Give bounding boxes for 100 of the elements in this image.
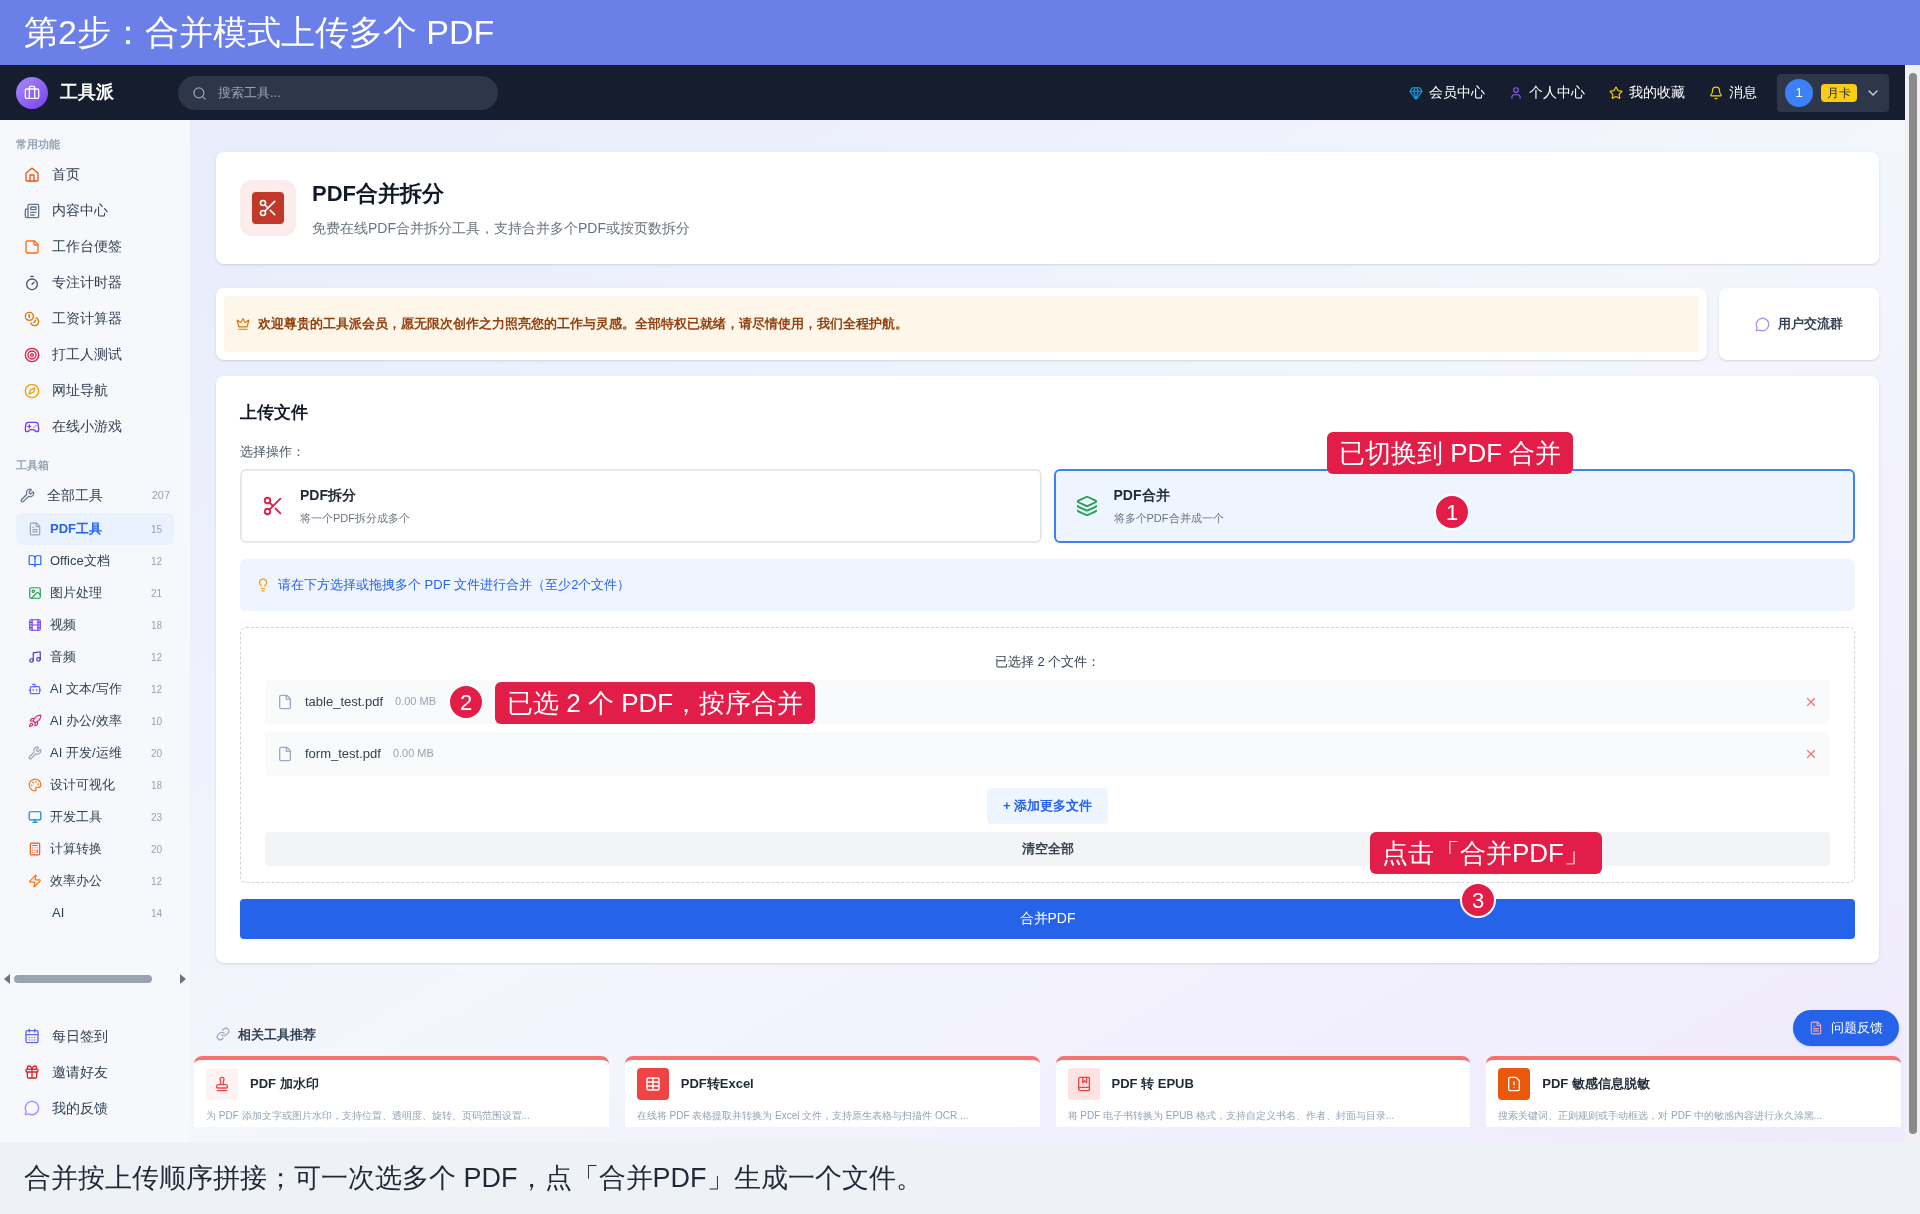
item-count: 10	[150, 714, 162, 729]
sidebar-item[interactable]: 视频 18	[16, 609, 174, 641]
image-icon	[28, 586, 42, 600]
tool-subtitle: 免费在线PDF合并拆分工具，支持合并多个PDF或按页数拆分	[312, 219, 690, 238]
file-name: form_test.pdf	[305, 744, 381, 763]
monitor-icon	[28, 810, 42, 824]
wrench-icon	[28, 746, 42, 760]
sidebar-item[interactable]: 每日签到	[0, 1018, 190, 1054]
sidebar-item[interactable]: 内容中心	[0, 192, 190, 229]
item-count: 23	[150, 810, 162, 825]
sidebar-item[interactable]: AI 开发/运维 20	[16, 737, 174, 769]
sidebar-item[interactable]: 计算转换 20	[16, 833, 174, 865]
house-icon	[24, 166, 40, 183]
rocket-icon	[28, 714, 42, 728]
section-heading: 常用功能	[15, 137, 61, 152]
item-count: 12	[150, 650, 162, 665]
group-chat-button[interactable]: 用户交流群	[1719, 288, 1879, 360]
document-icon	[1498, 1068, 1531, 1100]
coins-icon	[24, 310, 40, 327]
scissors-icon	[262, 495, 284, 517]
option-desc: 将一个PDF拆分成多个	[300, 511, 410, 527]
sidebar-item[interactable]: 网址导航	[0, 372, 190, 409]
sidebar-item[interactable]: 音频 12	[16, 641, 174, 673]
callout-label: 点击「合并PDF」	[1370, 832, 1602, 874]
sidebar-item[interactable]: 设计可视化 18	[16, 769, 174, 801]
item-count: 15	[150, 522, 162, 537]
nav-link[interactable]: 会员中心	[1409, 82, 1485, 103]
item-count: 12	[150, 554, 162, 569]
sidebar-item[interactable]: 开发工具 23	[16, 801, 174, 833]
sidebar-item[interactable]: AI 办公/效率 10	[16, 705, 174, 737]
card-title: PDF转Excel	[680, 1075, 754, 1094]
file-size: 0.00 MB	[392, 746, 434, 762]
sidebar-item[interactable]: 邀请好友	[0, 1054, 190, 1090]
horizontal-scrollbar[interactable]	[4, 972, 186, 986]
card-title: PDF 加水印	[250, 1075, 319, 1094]
item-count: 20	[150, 746, 162, 761]
caption-text: 合并按上传顺序拼接；可一次选多个 PDF，点「合并PDF」生成一个文件。	[24, 1161, 923, 1195]
add-files-button[interactable]: + 添加更多文件	[986, 787, 1109, 824]
lightbulb-icon	[256, 578, 270, 592]
tool-card[interactable]: PDF 转 EPUB 将 PDF 电子书转换为 EPUB 格式，支持自定义书名、作者、封面与目录...	[1055, 1056, 1471, 1127]
gift-icon	[24, 1064, 40, 1080]
tool-card[interactable]: PDF 敏感信息脱敏 搜索关键词、正则规则或手动框选，对 PDF 中的敏感内容进行永久涂黑...	[1486, 1056, 1901, 1127]
chat-bubble-icon	[1755, 316, 1770, 332]
nav-link[interactable]: 个人中心	[1509, 82, 1585, 103]
sidebar-item[interactable]: 专注计时器	[0, 264, 190, 301]
sidebar-item[interactable]: 首页	[0, 156, 190, 193]
item-count: 18	[150, 618, 162, 633]
sidebar-item[interactable]: 图片处理 21	[16, 577, 174, 609]
operation-option[interactable]: PDF拆分 将一个PDF拆分成多个	[240, 469, 1042, 543]
lightning-icon	[28, 874, 42, 888]
user-menu[interactable]: 1 月卡	[1777, 73, 1889, 112]
tool-card[interactable]: PDF 加水印 为 PDF 添加文字或图片水印，支持位置、透明度、旋转、页码范围设置...	[194, 1056, 609, 1127]
sidebar-item[interactable]: 在线小游戏	[0, 408, 190, 445]
card-desc: 将 PDF 电子书转换为 EPUB 格式，支持自定义书名、作者、封面与目录...	[1067, 1109, 1396, 1123]
files-heading: 已选择 2 个文件：	[994, 653, 1101, 671]
sidebar-item[interactable]: 全部工具 207	[0, 477, 190, 513]
option-desc: 将多个PDF合并成一个	[1113, 511, 1224, 527]
tools-icon	[20, 487, 35, 503]
sidebar-item[interactable]: PDF工具 15	[16, 513, 174, 545]
card-title: PDF 转 EPUB	[1111, 1075, 1194, 1094]
book-icon	[1067, 1068, 1100, 1100]
calendar-icon	[24, 1028, 40, 1044]
sidebar-item[interactable]: AI 文本/写作 12	[16, 673, 174, 705]
item-count: 20	[150, 842, 162, 857]
crown-icon	[236, 317, 250, 331]
search-field[interactable]: 搜索工具...	[178, 75, 498, 110]
palette-icon	[28, 778, 42, 792]
hint-text: 请在下方选择或拖拽多个 PDF 文件进行合并（至少2个文件）	[278, 576, 631, 595]
sidebar-item[interactable]: 工作台便签	[0, 228, 190, 265]
sidebar-item[interactable]: AI 14	[16, 897, 174, 929]
sidebar-item[interactable]: 打工人测试	[0, 336, 190, 373]
compass-icon	[24, 382, 40, 399]
card-title: PDF 敏感信息脱敏	[1542, 1075, 1650, 1094]
nav-link[interactable]: 我的收藏	[1609, 82, 1685, 103]
book-icon	[28, 554, 42, 568]
sidebar-item[interactable]: Office文档 12	[16, 545, 174, 577]
nav-link[interactable]: 消息	[1709, 82, 1757, 103]
table-icon	[636, 1068, 669, 1100]
item-count: 21	[150, 586, 162, 601]
layers-icon	[1075, 495, 1098, 517]
robot-icon	[28, 682, 42, 696]
feedback-button[interactable]: 问题反馈	[1793, 1010, 1899, 1046]
sidebar-item[interactable]: 我的反馈	[0, 1090, 190, 1126]
music-icon	[28, 650, 42, 664]
notice-text: 欢迎尊贵的工具派会员，愿无限次创作之力照亮您的工作与灵感。全部特权已就绪，请尽情使用，我们全程护航。	[258, 315, 908, 333]
option-title: PDF合并	[1113, 486, 1171, 506]
document-icon	[277, 745, 293, 762]
newspaper-icon	[24, 202, 40, 219]
gem-icon	[1409, 85, 1423, 100]
brand-name: 工具派	[60, 81, 114, 104]
document-icon	[28, 522, 42, 536]
tool-card[interactable]: PDF转Excel 在线将 PDF 表格提取并转换为 Excel 文件，支持原生表格与扫描件 OCR ...	[624, 1056, 1040, 1127]
bell-icon	[1709, 85, 1723, 100]
sidebar-item[interactable]: 工资计算器	[0, 300, 190, 337]
vertical-scrollbar[interactable]	[1905, 65, 1920, 1142]
sidebar-item[interactable]: 效率办公 12	[16, 865, 174, 897]
item-count: 14	[150, 906, 162, 921]
link-icon	[216, 1027, 230, 1042]
search-icon	[192, 85, 207, 101]
timer-icon	[24, 274, 40, 291]
